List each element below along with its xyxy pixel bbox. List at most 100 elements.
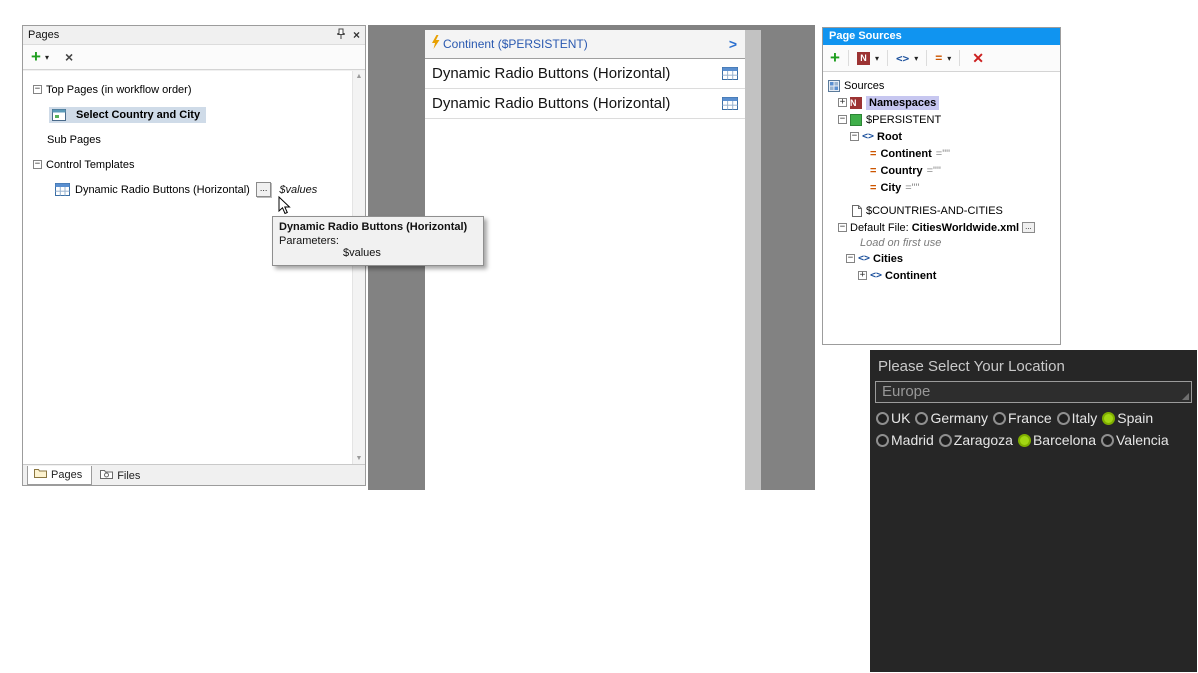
radio-icon	[1101, 434, 1114, 447]
tree-item-selected-page[interactable]: Select Country and City	[33, 104, 365, 125]
chevron-right-icon[interactable]: >	[729, 36, 737, 52]
tree-item-countries-source[interactable]: $COUNTRIES-AND-CITIES	[826, 202, 1057, 219]
tree-item-persistent[interactable]: − $PERSISTENT	[826, 111, 1057, 128]
add-page-button[interactable]: +	[31, 49, 41, 65]
radio-option-zaragoza[interactable]: Zaragoza	[939, 432, 1013, 448]
add-element-icon[interactable]: <>	[896, 52, 909, 65]
tree-item-cities[interactable]: − <> Cities	[826, 250, 1057, 267]
tree-item-attr-continent[interactable]: = Continent =""	[826, 145, 1057, 162]
tooltip-parameters-label: Parameters:	[279, 235, 477, 247]
attribute-name: Country	[880, 165, 922, 177]
folder-icon	[34, 468, 47, 481]
tooltip-parameters-value: $values	[343, 247, 477, 259]
continent-combobox[interactable]: Europe	[875, 381, 1192, 403]
radio-option-spain[interactable]: Spain	[1102, 410, 1153, 426]
template-params-button[interactable]: ...	[256, 182, 272, 197]
radio-icon	[993, 412, 1006, 425]
control-label: Dynamic Radio Buttons (Horizontal)	[432, 65, 670, 82]
tree-item-template[interactable]: Dynamic Radio Buttons (Horizontal) ... $…	[33, 179, 365, 200]
attribute-value: =""	[905, 182, 919, 194]
add-page-caret-icon[interactable]: ▾	[45, 53, 49, 62]
tab-pages[interactable]: Pages	[27, 466, 92, 485]
attribute-value: =""	[936, 148, 950, 160]
pages-scrollbar[interactable]: ▲ ▼	[352, 71, 365, 464]
countries-source-label: $COUNTRIES-AND-CITIES	[866, 205, 1003, 217]
expand-icon[interactable]: +	[858, 271, 867, 280]
attribute-value: =""	[927, 165, 941, 177]
dynamic-radio-control-1[interactable]: Dynamic Radio Buttons (Horizontal)	[425, 59, 745, 89]
radio-label: Valencia	[1116, 432, 1169, 448]
tree-item-continent-node[interactable]: + <> Continent	[826, 267, 1057, 284]
country-radio-group: UK Germany France Italy Spain	[870, 407, 1197, 429]
tree-item-default-file[interactable]: − Default File: CitiesWorldwide.xml ...	[826, 219, 1057, 236]
radio-icon	[1018, 434, 1031, 447]
attribute-icon: =	[870, 165, 876, 177]
attribute-name: Continent	[880, 148, 931, 160]
tree-item-attr-city[interactable]: = City =""	[826, 179, 1057, 196]
city-radio-group: Madrid Zaragoza Barcelona Valencia	[870, 429, 1197, 451]
attribute-name: City	[880, 182, 901, 194]
radio-option-italy[interactable]: Italy	[1057, 410, 1098, 426]
radio-option-germany[interactable]: Germany	[915, 410, 988, 426]
combobox-control[interactable]: Continent ($PERSISTENT) >	[425, 30, 745, 59]
persistent-source-icon	[850, 114, 862, 126]
load-note-label: Load on first use	[860, 237, 941, 249]
radio-option-france[interactable]: France	[993, 410, 1052, 426]
radio-option-barcelona[interactable]: Barcelona	[1018, 432, 1096, 448]
table-icon	[722, 67, 738, 80]
scroll-down-icon[interactable]: ▼	[356, 455, 363, 462]
radio-option-valencia[interactable]: Valencia	[1101, 432, 1169, 448]
radio-icon	[915, 412, 928, 425]
tree-item-control-templates[interactable]: − Control Templates	[33, 154, 365, 175]
dynamic-radio-control-2[interactable]: Dynamic Radio Buttons (Horizontal)	[425, 89, 745, 119]
tree-item-root[interactable]: − <> Root	[826, 128, 1057, 145]
radio-option-madrid[interactable]: Madrid	[876, 432, 934, 448]
tree-item-attr-country[interactable]: = Country =""	[826, 162, 1057, 179]
toolbar-separator	[959, 50, 960, 66]
combobox-value: Europe	[882, 383, 930, 400]
load-note: Load on first use	[826, 236, 1057, 250]
template-tooltip: Dynamic Radio Buttons (Horizontal) Param…	[272, 216, 484, 266]
tooltip-title: Dynamic Radio Buttons (Horizontal)	[279, 221, 477, 233]
tab-pages-label: Pages	[51, 469, 82, 481]
expand-icon[interactable]: +	[838, 98, 847, 107]
tree-item-sources[interactable]: Sources	[826, 77, 1057, 94]
collapse-icon[interactable]: −	[838, 223, 847, 232]
namespace-icon[interactable]: N	[857, 52, 870, 65]
radio-label: Zaragoza	[954, 432, 1013, 448]
page-sources-title: Page Sources	[823, 28, 1060, 45]
collapse-icon[interactable]: −	[33, 85, 42, 94]
tree-item-namespaces[interactable]: + N Namespaces	[826, 94, 1057, 111]
delete-page-button[interactable]: ×	[65, 49, 73, 65]
control-templates-label: Control Templates	[46, 159, 134, 171]
namespace-caret-icon[interactable]: ▾	[875, 54, 879, 63]
element-caret-icon[interactable]: ▾	[914, 54, 918, 63]
attribute-icon: =	[870, 182, 876, 194]
app-canvas: Pages × + ▾ × − Top Pages (in workflow o…	[0, 0, 1198, 673]
radio-buttons-control-icon	[55, 183, 70, 196]
attribute-caret-icon[interactable]: ▾	[947, 54, 951, 63]
radio-label: Barcelona	[1033, 432, 1096, 448]
collapse-icon[interactable]: −	[846, 254, 855, 263]
tree-item-top-pages[interactable]: − Top Pages (in workflow order)	[33, 79, 365, 100]
collapse-icon[interactable]: −	[33, 160, 42, 169]
scroll-up-icon[interactable]: ▲	[356, 73, 363, 80]
delete-source-button[interactable]: ✕	[972, 50, 984, 67]
default-file-label: Default File:	[850, 222, 909, 234]
template-params-value: $values	[279, 184, 317, 196]
tree-item-sub-pages[interactable]: Sub Pages	[33, 129, 365, 150]
collapse-icon[interactable]: −	[838, 115, 847, 124]
add-attribute-icon[interactable]: =	[935, 51, 942, 65]
radio-option-uk[interactable]: UK	[876, 410, 910, 426]
browse-file-button[interactable]: ...	[1022, 222, 1035, 233]
pages-toolbar: + ▾ ×	[23, 44, 365, 70]
close-icon[interactable]: ×	[353, 30, 360, 40]
document-icon	[852, 205, 862, 217]
pin-icon[interactable]	[336, 28, 346, 43]
add-source-button[interactable]: +	[830, 50, 840, 66]
collapse-icon[interactable]: −	[850, 132, 859, 141]
combobox-icon	[431, 35, 440, 54]
tab-files[interactable]: Files	[94, 467, 149, 485]
design-scrollbar[interactable]	[745, 30, 761, 490]
root-label: Root	[877, 131, 902, 143]
